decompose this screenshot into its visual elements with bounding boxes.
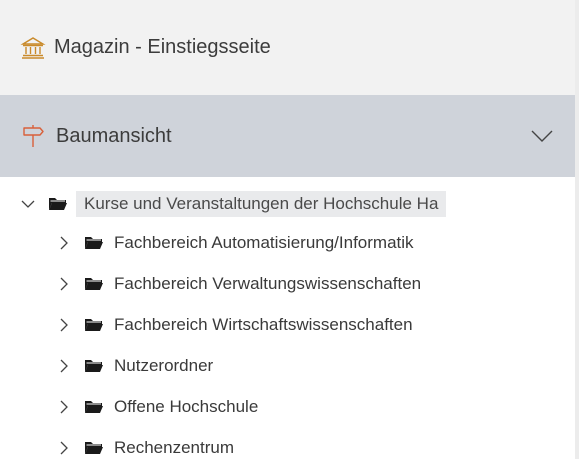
repository-tree: Kurse und Veranstaltungen der Hochschule… bbox=[0, 186, 575, 459]
folder-icon bbox=[84, 440, 104, 456]
chevron-right-icon[interactable] bbox=[56, 358, 72, 374]
chevron-down-icon[interactable] bbox=[529, 123, 555, 149]
folder-open-icon bbox=[48, 196, 68, 212]
tree-root-label[interactable]: Kurse und Veranstaltungen der Hochschule… bbox=[76, 191, 447, 217]
chevron-down-icon[interactable] bbox=[20, 196, 36, 212]
chevron-right-icon[interactable] bbox=[56, 235, 72, 251]
navigation-panel: Magazin - Einstiegsseite Baumansicht Kur… bbox=[0, 0, 579, 459]
tree-node: Offene Hochschule bbox=[0, 386, 575, 427]
tree-view-header[interactable]: Baumansicht bbox=[0, 95, 575, 177]
repository-icon bbox=[20, 35, 46, 61]
chevron-right-icon[interactable] bbox=[56, 399, 72, 415]
tree-node-label[interactable]: Offene Hochschule bbox=[114, 397, 258, 417]
magazin-home-link[interactable]: Magazin - Einstiegsseite bbox=[0, 0, 575, 95]
tree-node: Fachbereich Wirtschaftswissenschaften bbox=[0, 304, 575, 345]
panel-divider bbox=[575, 0, 579, 459]
folder-icon bbox=[84, 235, 104, 251]
chevron-right-icon[interactable] bbox=[56, 440, 72, 456]
tree-node-label[interactable]: Rechenzentrum bbox=[114, 438, 234, 458]
chevron-right-icon[interactable] bbox=[56, 317, 72, 333]
tree-node-label[interactable]: Fachbereich Verwaltungswissenschaften bbox=[114, 274, 421, 294]
tree-node: Nutzerordner bbox=[0, 345, 575, 386]
tree-view-title: Baumansicht bbox=[56, 124, 172, 147]
tree-node-label[interactable]: Nutzerordner bbox=[114, 356, 213, 376]
tree-node: Rechenzentrum bbox=[0, 427, 575, 459]
folder-icon bbox=[84, 276, 104, 292]
tree-node-label[interactable]: Fachbereich Automatisierung/Informatik bbox=[114, 233, 414, 253]
signpost-icon bbox=[20, 123, 46, 149]
tree-node-label[interactable]: Fachbereich Wirtschaftswissenschaften bbox=[114, 315, 413, 335]
folder-icon bbox=[84, 358, 104, 374]
chevron-right-icon[interactable] bbox=[56, 276, 72, 292]
magazin-home-label: Magazin - Einstiegsseite bbox=[54, 36, 271, 58]
tree-node: Fachbereich Automatisierung/Informatik bbox=[0, 222, 575, 263]
tree-node: Fachbereich Verwaltungswissenschaften bbox=[0, 263, 575, 304]
tree-root-node: Kurse und Veranstaltungen der Hochschule… bbox=[0, 186, 575, 222]
folder-icon bbox=[84, 399, 104, 415]
folder-icon bbox=[84, 317, 104, 333]
